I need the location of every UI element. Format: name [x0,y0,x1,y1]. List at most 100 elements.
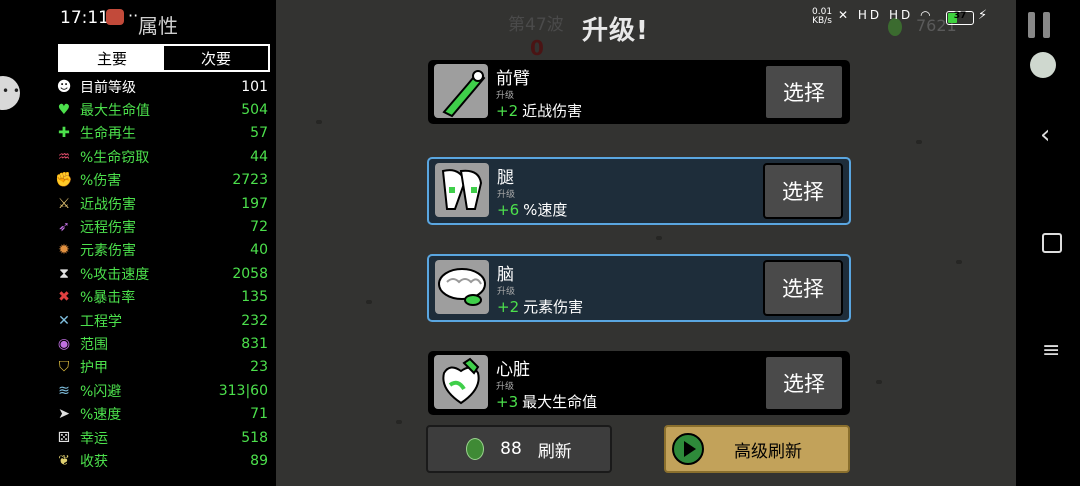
stat-value: 101 [241,78,268,95]
premium-reroll-button[interactable]: 高级刷新 [664,425,850,473]
stat-value: 40 [250,242,268,259]
wave-label: 第47波 [508,15,564,35]
stat-row: ❦ 收获 89 [56,449,268,472]
upgrade-card[interactable]: 腿升级 +6 %速度 选择 [427,157,851,225]
upgrade-card[interactable]: 前臂 升级 +2 近战伤害 选择 [428,60,850,124]
stat-value: 2058 [232,265,268,282]
select-button[interactable]: 选择 [763,260,843,316]
stats-tabs: 主要 次要 [58,44,270,72]
stat-row: ⛉ 护甲 23 [56,356,268,379]
level-up-title: 升级! [582,16,649,46]
stat-name: 生命再生 [80,126,136,143]
reroll-button[interactable]: 88 刷新 [426,425,612,473]
upgrade-name: 腿 [497,168,514,188]
stat-row: ⚔ 近战伤害 197 [56,192,268,215]
damage-icon: ✊ [55,172,73,189]
stat-value: 135 [241,289,268,306]
forearm-icon [434,64,488,118]
stat-row: ✊ %伤害 2723 [55,169,268,192]
wave-counter: 0 [530,36,544,60]
wifi-icon: ◠ [920,8,934,22]
stat-row: ≋ %闪避 313|60 [56,379,268,402]
heart-icon: ♥ [57,102,71,119]
notification-app-icon [106,9,124,25]
ad-play-icon [672,433,704,465]
tab-secondary[interactable]: 次要 [164,46,268,70]
range-icon: ◉ [57,335,71,352]
stat-name: 范围 [80,336,108,353]
upgrade-bonus: +6 [497,201,520,219]
brain-icon [435,260,489,314]
upgrade-name: 前臂 [496,69,530,89]
status-time: 17:11 [60,8,109,28]
stat-row: ♥ 最大生命值 504 [56,98,268,121]
panel-title: 属性 [138,14,178,38]
stat-list: ☻ 目前等级 101 ♥ 最大生命值 504 ✚ 生命再生 57 ♒ %生命窃取 44 ✊ %伤害 2723… [55,75,268,473]
stat-value: 72 [250,219,268,236]
tab-primary[interactable]: 主要 [60,46,164,70]
back-icon[interactable]: ‹ [1040,120,1050,150]
stat-value: 197 [241,195,268,212]
upgrade-effect: +3 最大生命值 [496,391,597,412]
stat-value: 831 [241,335,268,352]
stat-name: 近战伤害 [80,196,136,213]
material-coin-icon [466,438,485,460]
ranged-icon: ➶ [58,219,70,236]
more-notifications-icon: ·· [128,6,139,25]
upgrade-bonus: +3 [496,393,519,411]
attack-speed-icon: ⧗ [59,265,69,282]
stat-name: %生命窃取 [80,149,150,166]
stat-name: %闪避 [80,383,122,400]
stat-name: 远程伤害 [80,220,136,237]
stat-row: ✹ 元素伤害 40 [56,239,268,262]
signal-icons: ✕ HD HD ◠ [838,8,934,22]
stat-name: 收获 [80,453,108,470]
stat-value: 71 [250,406,268,423]
select-button[interactable]: 选择 [764,64,844,120]
stat-row: ✕ 工程学 232 [56,309,268,332]
dodge-icon: ≋ [58,382,70,399]
stat-value: 44 [250,148,268,165]
pause-icon[interactable] [1028,12,1050,38]
stat-name: 元素伤害 [80,243,136,260]
armor-icon: ⛉ [58,359,70,376]
legs-icon [435,163,489,217]
upgrade-name: 心脏 [496,360,530,380]
premium-reroll-label: 高级刷新 [734,441,802,462]
harvest-icon: ❦ [58,452,70,469]
menu-icon[interactable]: ≡ [1042,338,1060,363]
upgrade-card[interactable]: 脑升级 +2 元素伤害 选择 [427,254,851,322]
upgrade-stat: 元素伤害 [523,298,584,316]
speed-icon: ➤ [58,406,70,423]
battery-text: 37 [953,11,967,21]
melee-icon: ⚔ [57,195,71,212]
stat-row: ◉ 范围 831 [56,332,268,355]
stat-row: ⚄ 幸运 518 [56,426,268,449]
stat-row: ⧗ %攻击速度 2058 [56,262,268,285]
elemental-icon: ✹ [58,242,70,259]
engineering-icon: ✕ [58,312,70,329]
upgrade-stat: 近战伤害 [522,102,583,120]
stat-name: %速度 [80,407,122,424]
stat-name: 幸运 [80,430,108,447]
network-speed: 0.01 KB/s [812,7,833,26]
level-icon: ☻ [56,78,72,95]
stat-row: ➶ 远程伤害 72 [56,215,268,238]
stat-name: 最大生命值 [80,103,150,120]
crit-icon: ✖ [58,289,70,306]
reroll-price: 88 [500,439,522,459]
upgrade-card[interactable]: 心脏 升级 +3 最大生命值 选择 [428,351,850,415]
stat-value: 504 [241,102,268,119]
mute-icon: ✕ [838,8,852,22]
stat-name: %伤害 [80,173,122,190]
select-button[interactable]: 选择 [764,355,844,411]
select-button[interactable]: 选择 [763,163,843,219]
luck-icon: ⚄ [57,429,71,446]
stat-value: 23 [250,359,268,376]
stat-name: %暴击率 [80,290,136,307]
regen-icon: ✚ [58,125,70,142]
floating-avatar-icon[interactable] [1030,52,1056,78]
home-icon[interactable] [1042,233,1062,253]
reroll-label: 刷新 [537,441,572,462]
stat-value: 2723 [232,172,268,189]
